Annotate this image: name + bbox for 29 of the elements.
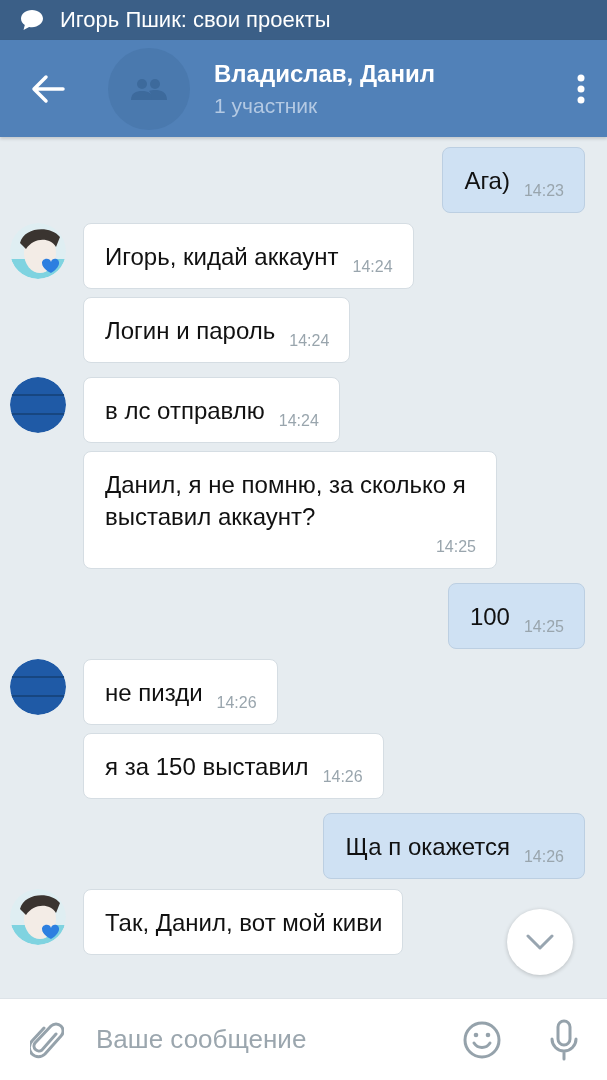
message-text: в лс отправлю xyxy=(105,396,265,426)
member-count: 1 участник xyxy=(214,93,319,118)
more-options-icon[interactable] xyxy=(577,73,585,104)
back-arrow-icon[interactable] xyxy=(30,73,66,104)
message-text: Логин и пароль xyxy=(105,316,276,346)
message-text: не пизди xyxy=(105,678,203,708)
message-time: 14:23 xyxy=(523,181,564,201)
notification-text: Игорь Пшик: свои проекты xyxy=(60,7,331,33)
message-time: 14:24 xyxy=(278,411,319,431)
microphone-icon[interactable] xyxy=(549,1018,579,1061)
message-text: Ща п окажется xyxy=(345,832,510,862)
message-text: Ага) xyxy=(464,166,510,196)
message-time: 14:24 xyxy=(352,257,393,277)
message-time: 14:25 xyxy=(523,617,564,637)
message-text: я за 150 выставил xyxy=(105,752,309,782)
message-text: Так, Данил, вот мой киви xyxy=(105,908,383,938)
message-time: 14:26 xyxy=(216,693,257,713)
message-time: 14:26 xyxy=(322,767,363,787)
chat-bubble-icon xyxy=(20,9,44,31)
message-time: 14:25 xyxy=(435,537,476,557)
message-text: Игорь, кидай аккаунт xyxy=(105,242,339,272)
message-time: 14:26 xyxy=(523,847,564,867)
message-time: 14:24 xyxy=(289,331,330,351)
message-text: Данил, я не помню, за сколько я выставил аккаунт? xyxy=(105,470,467,532)
chat-title: Владислав, Данил xyxy=(214,59,436,88)
scroll-down-button[interactable] xyxy=(507,909,573,975)
chevron-down-icon xyxy=(526,934,554,950)
message-text: 100 xyxy=(469,602,510,632)
smiley-icon[interactable] xyxy=(463,1020,501,1059)
